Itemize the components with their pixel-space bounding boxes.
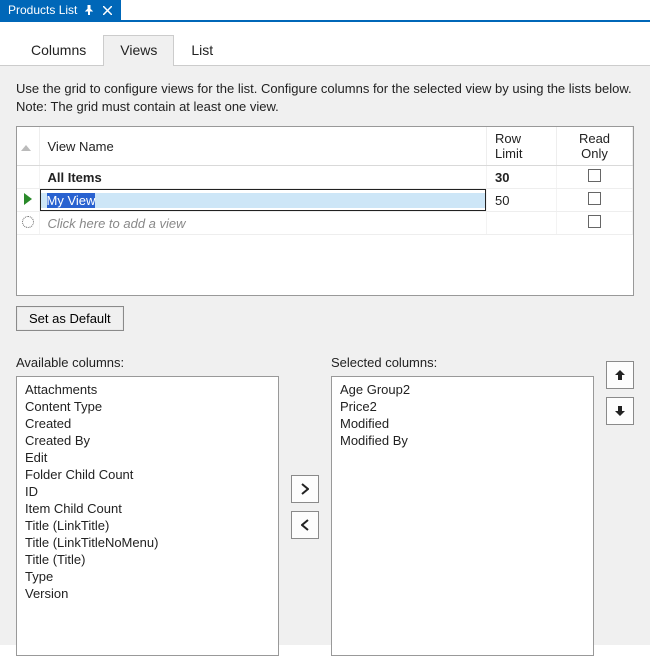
grid-row[interactable]: 50 (17, 189, 633, 212)
tabstrip: Columns Views List (0, 22, 650, 66)
move-down-button[interactable] (606, 397, 634, 425)
tab-columns[interactable]: Columns (14, 35, 103, 66)
list-item[interactable]: Created By (17, 432, 278, 449)
chevron-right-icon (301, 483, 309, 495)
arrow-down-icon (614, 406, 626, 416)
list-item[interactable]: Title (Title) (17, 551, 278, 568)
close-icon[interactable] (101, 4, 113, 16)
row-indicator (17, 166, 39, 189)
arrow-up-icon (614, 370, 626, 380)
cell-readonly[interactable] (557, 189, 633, 212)
sort-icon (21, 145, 31, 151)
intro-text: Use the grid to configure views for the … (16, 80, 634, 116)
add-row-placeholder[interactable]: Click here to add a view (39, 212, 487, 235)
available-block: Available columns: AttachmentsContent Ty… (16, 355, 279, 656)
move-up-button[interactable] (606, 361, 634, 389)
list-item[interactable]: Price2 (332, 398, 593, 415)
grid-empty-space (17, 235, 633, 295)
available-label: Available columns: (16, 355, 279, 370)
cell-readonly[interactable] (557, 212, 633, 235)
window-title: Products List (8, 3, 77, 17)
cell-viewname[interactable]: All Items (39, 166, 487, 189)
checkbox[interactable] (588, 192, 601, 205)
selected-columns-list[interactable]: Age Group2Price2ModifiedModified By (331, 376, 594, 656)
available-columns-list[interactable]: AttachmentsContent TypeCreatedCreated By… (16, 376, 279, 656)
list-item[interactable]: Edit (17, 449, 278, 466)
new-row-icon-cell (17, 212, 39, 235)
list-item[interactable]: Created (17, 415, 278, 432)
list-item[interactable]: Content Type (17, 398, 278, 415)
views-grid[interactable]: View Name Row Limit Read Only All Items … (16, 126, 634, 296)
intro-line1: Use the grid to configure views for the … (16, 81, 632, 96)
window-tab[interactable]: Products List (0, 0, 121, 20)
reorder-buttons (606, 355, 634, 425)
checkbox[interactable] (588, 169, 601, 182)
cell-rowlimit[interactable]: 30 (487, 166, 557, 189)
list-item[interactable]: Version (17, 585, 278, 602)
move-left-button[interactable] (291, 511, 319, 539)
columns-picker: Available columns: AttachmentsContent Ty… (16, 355, 634, 656)
row-indicator-current (17, 189, 39, 212)
list-item[interactable]: ID (17, 483, 278, 500)
pin-icon[interactable] (83, 4, 95, 16)
cell-readonly[interactable] (557, 166, 633, 189)
tab-list[interactable]: List (174, 35, 230, 66)
list-item[interactable]: Item Child Count (17, 500, 278, 517)
grid-header-rowlimit[interactable]: Row Limit (487, 127, 557, 166)
list-item[interactable]: Modified By (332, 432, 593, 449)
tab-views[interactable]: Views (103, 35, 174, 66)
viewname-input[interactable] (41, 193, 486, 208)
cell-rowlimit-empty[interactable] (487, 212, 557, 235)
move-right-button[interactable] (291, 475, 319, 503)
current-row-icon (24, 193, 32, 205)
grid-header-viewname[interactable]: View Name (39, 127, 487, 166)
cell-viewname-editing[interactable] (39, 189, 487, 212)
grid-row[interactable]: All Items 30 (17, 166, 633, 189)
list-item[interactable]: Modified (332, 415, 593, 432)
selected-label: Selected columns: (331, 355, 594, 370)
list-item[interactable]: Age Group2 (332, 381, 593, 398)
set-default-button[interactable]: Set as Default (16, 306, 124, 331)
intro-line2: Note: The grid must contain at least one… (16, 99, 279, 114)
list-item[interactable]: Attachments (17, 381, 278, 398)
grid-header-readonly[interactable]: Read Only (557, 127, 633, 166)
selected-block: Selected columns: Age Group2Price2Modifi… (331, 355, 594, 656)
grid-indicator-header (17, 127, 39, 166)
views-panel: Use the grid to configure views for the … (0, 66, 650, 645)
titlebar: Products List (0, 0, 650, 22)
chevron-left-icon (301, 519, 309, 531)
move-buttons (291, 355, 319, 539)
list-item[interactable]: Type (17, 568, 278, 585)
grid-add-row[interactable]: Click here to add a view (17, 212, 633, 235)
list-item[interactable]: Title (LinkTitle) (17, 517, 278, 534)
cell-rowlimit[interactable]: 50 (487, 189, 557, 212)
checkbox[interactable] (588, 215, 601, 228)
list-item[interactable]: Folder Child Count (17, 466, 278, 483)
list-item[interactable]: Title (LinkTitleNoMenu) (17, 534, 278, 551)
new-row-icon (22, 216, 34, 228)
